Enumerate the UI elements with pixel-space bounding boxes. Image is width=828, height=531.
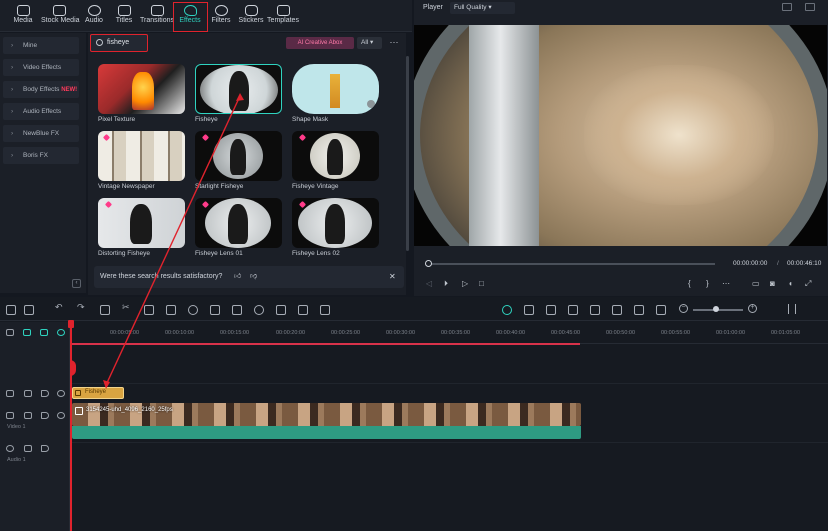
arrow-tail [236,93,244,101]
arrow-head [103,380,110,389]
arrow-line [105,95,241,386]
annotation-arrow [103,93,244,389]
